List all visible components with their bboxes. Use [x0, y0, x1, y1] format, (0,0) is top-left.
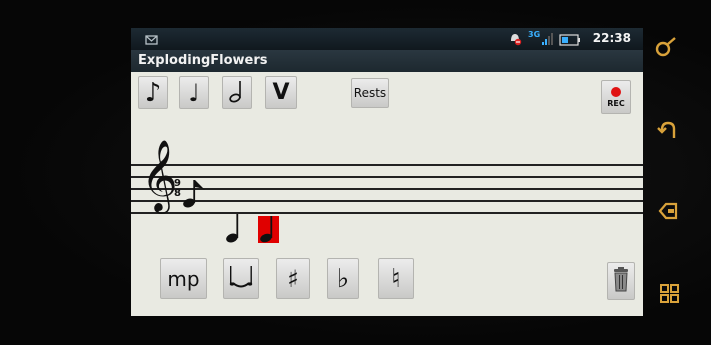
search-icon[interactable] [654, 36, 678, 66]
rests-label: Rests [353, 86, 387, 100]
battery-icon [559, 31, 581, 50]
accent-icon: V [272, 79, 290, 105]
dynamic-label: mp [167, 266, 200, 291]
trash-icon [612, 265, 630, 297]
treble-clef-icon: 𝄞 [141, 138, 178, 211]
quarter-note-button[interactable]: ♩ [179, 76, 209, 109]
notification-icon [145, 31, 158, 50]
quarter-note-icon: ♩ [188, 78, 200, 107]
tie-icon [229, 263, 253, 295]
sharp-button[interactable]: ♯ [276, 258, 310, 299]
back-icon[interactable] [656, 118, 678, 146]
menu-icon[interactable] [659, 283, 681, 311]
flat-button[interactable]: ♭ [327, 258, 359, 299]
phone-screen: 3G 22:38 ExplodingFlowers ♪ ♩ V Rests RE… [131, 28, 643, 316]
app-title: ExplodingFlowers [131, 50, 643, 72]
flat-icon: ♭ [336, 263, 350, 294]
score-note[interactable] [180, 176, 208, 214]
network-type: 3G [528, 30, 541, 39]
record-label: REC [607, 98, 625, 108]
home-icon[interactable] [657, 200, 679, 228]
signal-icon [542, 31, 554, 50]
tie-button[interactable] [223, 258, 259, 299]
dynamic-button[interactable]: mp [160, 258, 207, 299]
natural-button[interactable]: ♮ [378, 258, 414, 299]
half-note-icon [229, 79, 245, 107]
status-clock: 22:38 [592, 31, 631, 45]
accent-button[interactable]: V [265, 76, 297, 109]
status-bar: 3G 22:38 [131, 28, 643, 50]
half-note-button[interactable] [222, 76, 252, 109]
rests-button[interactable]: Rests [351, 78, 389, 108]
sharp-icon: ♯ [287, 264, 299, 293]
record-icon [611, 86, 621, 97]
natural-icon: ♮ [391, 263, 401, 294]
delete-button[interactable] [607, 262, 635, 300]
score-note[interactable] [226, 214, 244, 248]
music-staff[interactable]: 𝄞 9 8 [131, 144, 643, 243]
staff-line [131, 164, 643, 166]
eighth-note-button[interactable]: ♪ [138, 76, 168, 109]
record-button[interactable]: REC [601, 80, 631, 114]
silent-bell-icon [508, 31, 522, 50]
eighth-note-icon: ♪ [144, 77, 162, 108]
selected-note[interactable] [258, 216, 279, 243]
